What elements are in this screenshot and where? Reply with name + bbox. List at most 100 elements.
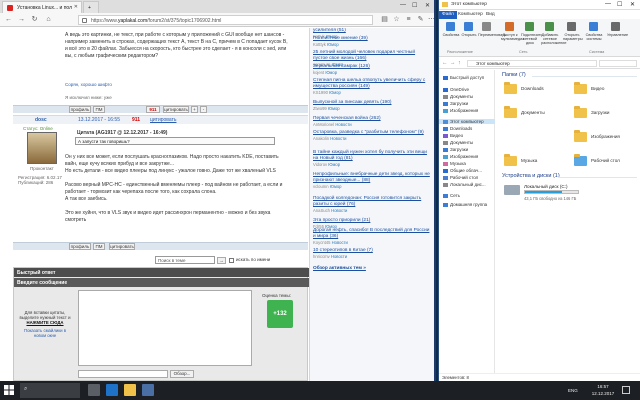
topic-section[interactable]: Юмор <box>330 184 342 189</box>
nav-item[interactable]: Видео <box>443 133 463 138</box>
topic-item[interactable]: Остаровка, разведка с "разбитым телефоно… <box>313 130 431 142</box>
topic-author[interactable]: AnaSuch <box>313 208 330 213</box>
reading-view-icon[interactable]: ▤ <box>380 15 389 24</box>
store-icon[interactable] <box>142 384 154 396</box>
hub-icon[interactable]: ≡ <box>404 15 413 24</box>
hard-drive-icon[interactable] <box>504 185 520 195</box>
folder-label[interactable]: Рабочий стол <box>591 158 620 163</box>
topic-author[interactable]: KS1990 <box>313 90 328 95</box>
topic-section[interactable]: Юмор <box>328 162 340 167</box>
topic-section[interactable]: Новости <box>331 208 347 213</box>
topic-title[interactable]: В тайне каждый нужен хотел бу получить э… <box>313 150 431 162</box>
topic-title[interactable]: 25 летний молодой человек подарил честны… <box>313 50 431 62</box>
language-indicator[interactable]: ENG <box>568 388 578 393</box>
topic-item[interactable]: 10 стереотипов в Китае (7) hnriccmv Новос… <box>313 248 431 260</box>
folders-group-header[interactable]: Папки (7) <box>502 72 526 78</box>
topic-item[interactable]: Дорогая нефть, спасибо! В последствий дл… <box>313 228 431 246</box>
nav-item[interactable]: Музыка <box>443 161 466 166</box>
topic-section[interactable]: Новости <box>330 136 346 141</box>
nav-item[interactable]: Локальный дис... <box>443 182 486 187</box>
tab-close-icon[interactable]: ✕ <box>74 4 78 10</box>
topic-item[interactable]: Выпускной за пинсаак девять (190) Ztwo99 … <box>313 100 431 112</box>
ribbon-button-label[interactable]: Свойства <box>442 33 460 37</box>
favorites-icon[interactable]: ☆ <box>392 15 401 24</box>
folder-label[interactable]: Downloads <box>521 86 544 91</box>
folder-label[interactable]: Изображения <box>591 134 620 139</box>
topic-item[interactable]: Посадкой колгедонан: Россия готовится за… <box>313 196 431 214</box>
ribbon-button-label[interactable]: Открыть параметры <box>563 33 583 41</box>
thread-rating-badge[interactable]: +132 <box>267 300 293 328</box>
nav-item[interactable]: Быстрый доступ <box>443 75 484 80</box>
thread-search-button[interactable]: → <box>217 257 226 264</box>
page-scrollbar[interactable] <box>434 28 436 381</box>
new-tab-button[interactable]: + <box>83 1 99 13</box>
scrollbar-thumb[interactable] <box>434 98 436 218</box>
topic-section[interactable]: Юмор <box>327 42 339 47</box>
nav-item[interactable]: Общие облач... <box>443 168 482 173</box>
plus-button[interactable]: + <box>191 106 198 113</box>
nav-item[interactable]: Downloads <box>443 126 472 131</box>
quote-selection-link[interactable]: НАЖМИТЕ СЮДА <box>19 320 71 325</box>
attach-file-input[interactable] <box>78 370 168 378</box>
back-icon[interactable]: ← <box>4 15 13 24</box>
post2-author[interactable]: dosc <box>35 117 47 124</box>
nav-item[interactable]: Загрузки <box>443 147 468 152</box>
folder-icon[interactable] <box>574 154 587 166</box>
topic-title[interactable]: Дорогая нефть, спасибо! В последствий дл… <box>313 228 431 240</box>
topic-section[interactable]: Новости <box>331 254 347 259</box>
topic-item[interactable]: В тайне каждый нужен хотел бу получить э… <box>313 150 431 168</box>
browser-tab-active[interactable]: Установка Linux... и пол ✕ <box>2 1 82 13</box>
explorer-taskbar-icon[interactable] <box>124 384 136 396</box>
quote-button[interactable]: цитировать <box>163 106 189 113</box>
folder-icon[interactable] <box>574 82 587 94</box>
clock-date[interactable]: 12.12.2017 <box>588 391 618 396</box>
ribbon-button-icon[interactable] <box>567 22 576 31</box>
quote-button[interactable]: цитировать <box>109 243 135 250</box>
maximize-icon[interactable]: ☐ <box>412 2 417 9</box>
minus-button[interactable]: - <box>200 106 207 113</box>
folder-label[interactable]: Видео <box>591 86 604 91</box>
ribbon-button-icon[interactable] <box>505 22 514 31</box>
ribbon-button-icon[interactable] <box>589 22 598 31</box>
topic-author[interactable]: hnriccmv <box>313 254 330 259</box>
topic-title[interactable]: Непрофильные: внебрачные дети звезд, кот… <box>313 172 431 184</box>
drives-group-header[interactable]: Устройства и диски (1) <box>502 173 560 179</box>
close-window-icon[interactable]: ✕ <box>425 2 430 9</box>
reply-textarea[interactable] <box>78 290 252 366</box>
nav-item[interactable]: Документы <box>443 140 473 145</box>
ribbon-button-label[interactable]: Управление <box>607 33 628 37</box>
forward-icon[interactable]: → <box>450 60 456 66</box>
folder-label[interactable]: Музыка <box>521 158 537 163</box>
ribbon-button-label[interactable]: Добавить сетевое расположение <box>541 33 567 45</box>
topic-item[interactable]: Поллистное мнение (39) Kotttyk Юмор <box>313 36 431 48</box>
ribbon-button-icon[interactable] <box>525 22 534 31</box>
home-icon[interactable]: ⌂ <box>44 15 53 24</box>
folder-icon[interactable] <box>574 106 587 118</box>
minimize-icon[interactable]: — <box>400 2 406 8</box>
task-view-icon[interactable] <box>88 384 100 396</box>
folder-icon[interactable] <box>504 106 517 118</box>
topic-author[interactable]: Koycnt45 <box>313 240 330 245</box>
taskbar-search-box[interactable]: ⌕ <box>20 383 80 398</box>
topic-section[interactable]: Юмор <box>328 106 340 111</box>
folder-label[interactable]: Загрузки <box>591 110 610 115</box>
topic-section[interactable]: Юмор <box>329 90 341 95</box>
forward-icon[interactable]: → <box>17 15 26 24</box>
share-icon[interactable]: ✎ <box>416 15 425 24</box>
topic-author[interactable]: Anakolin <box>313 136 329 141</box>
ribbon-button-icon[interactable] <box>545 22 554 31</box>
topic-title[interactable]: Обзор активных тем » <box>313 266 431 272</box>
clock-time[interactable]: 16:57 <box>588 384 618 389</box>
topic-item[interactable]: Непрофильные: внебрачные дети звезд, кот… <box>313 172 431 190</box>
folder-icon[interactable] <box>574 130 587 142</box>
topic-item[interactable]: Степная пигна шельа отвопуть увеличить с… <box>313 78 431 96</box>
path-box[interactable]: Этот компьютер <box>467 60 597 67</box>
browse-button[interactable]: Обзор... <box>170 370 194 378</box>
notifications-icon[interactable] <box>622 386 630 394</box>
ribbon-button-icon[interactable] <box>482 22 491 31</box>
smileys-link[interactable]: Показать смайлики в новом окне <box>19 328 71 338</box>
search-by-name-checkbox[interactable] <box>229 258 234 263</box>
tab-computer[interactable]: Компьютер <box>455 11 486 19</box>
drive-name[interactable]: Локальный диск (C:) <box>524 184 567 189</box>
nav-item[interactable]: Домашняя группа <box>443 202 487 207</box>
